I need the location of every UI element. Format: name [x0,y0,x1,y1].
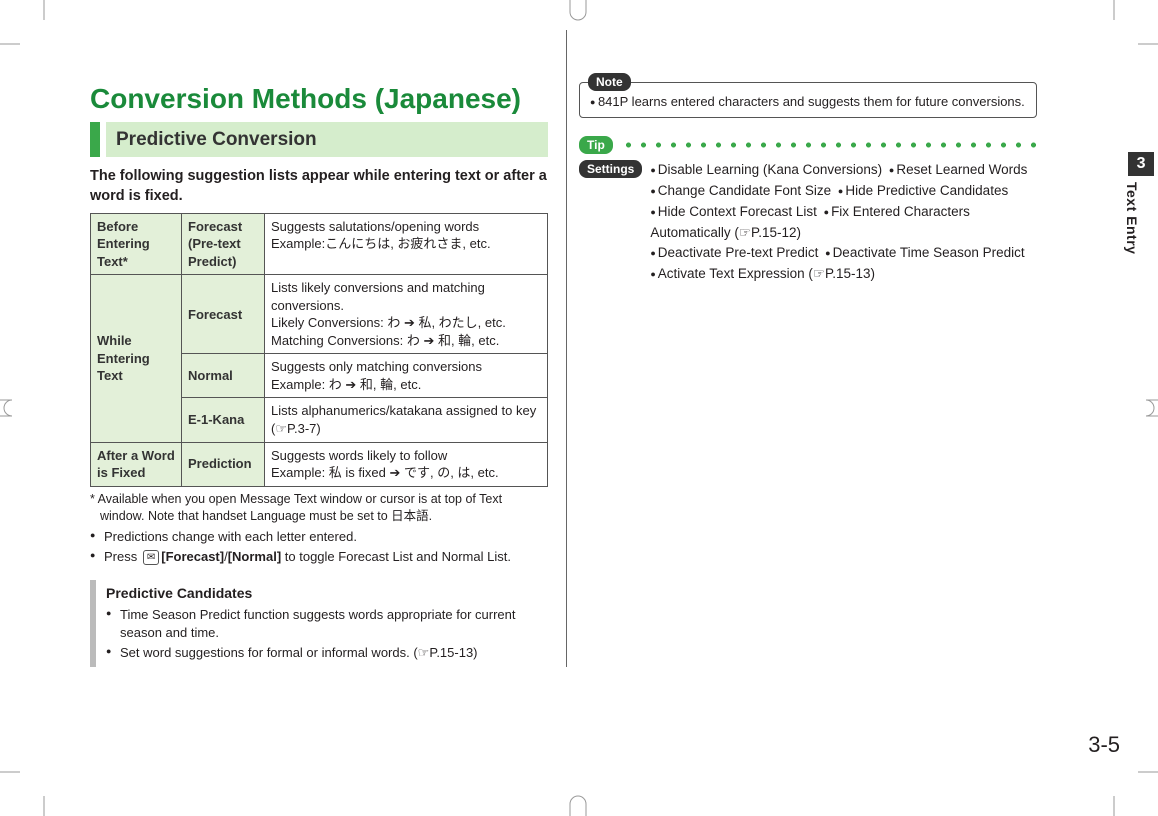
predictive-candidates-box: Predictive Candidates Time Season Predic… [90,580,548,668]
cell-mode: Forecast (Pre-text Predict) [182,213,265,275]
page-content: Conversion Methods (Japanese) Predictive… [90,30,1090,770]
list-item: Time Season Predict function suggests wo… [106,606,548,641]
cell-desc: Suggests words likely to follow Example:… [265,442,548,486]
table-row: While Entering Text Forecast Lists likel… [91,275,548,354]
cell-mode: Prediction [182,442,265,486]
cell-phase: Before Entering Text* [91,213,182,275]
cell-desc: Suggests salutations/opening words Examp… [265,213,548,275]
section-label: Predictive Conversion [106,122,548,158]
settings-label: Settings [579,160,642,178]
settings-item: Deactivate Time Season Predict [825,245,1025,260]
page-number: 3-5 [1088,730,1120,760]
cell-phase: After a Word is Fixed [91,442,182,486]
cell-phase: While Entering Text [91,275,182,442]
settings-item: Deactivate Pre-text Predict [650,245,818,260]
cell-desc: Suggests only matching conversions Examp… [265,354,548,398]
list-item: Set word suggestions for formal or infor… [106,644,548,662]
note-text: 841P learns entered characters and sugge… [588,93,1028,111]
section-stripe [90,122,100,158]
cell-desc: Lists likely conversions and matching co… [265,275,548,354]
tip-dots [621,142,1037,148]
settings-item: Hide Predictive Candidates [838,183,1008,198]
footnote-text: * Available when you open Message Text w… [90,492,502,523]
side-tab: 3 Text Entry [1122,152,1158,254]
section-header: Predictive Conversion [90,122,548,158]
tip-row: Tip [579,136,1037,154]
note-box: Note 841P learns entered characters and … [579,82,1037,118]
chapter-number: 3 [1128,152,1154,176]
intro-text: The following suggestion lists appear wh… [90,167,548,206]
cell-mode: Forecast [182,275,265,354]
table-row: Before Entering Text* Forecast (Pre-text… [91,213,548,275]
subbox-list: Time Season Predict function suggests wo… [106,606,548,661]
footnote: * Available when you open Message Text w… [90,491,548,525]
list-item: Press ✉[Forecast]/[Normal] to toggle For… [90,548,548,566]
cell-mode: E-1-Kana [182,398,265,442]
right-column: Note 841P learns entered characters and … [566,30,1037,667]
settings-item: Change Candidate Font Size [650,183,831,198]
mail-key-icon: ✉ [143,550,159,565]
cell-desc: Lists alphanumerics/katakana assigned to… [265,398,548,442]
settings-item: Activate Text Expression (☞P.15-13) [650,266,875,281]
settings-item: Disable Learning (Kana Conversions) [650,162,882,177]
notes-list: Predictions change with each letter ente… [90,528,548,565]
list-item: Predictions change with each letter ente… [90,528,548,546]
table-row: After a Word is Fixed Prediction Suggest… [91,442,548,486]
subbox-title: Predictive Candidates [106,584,548,603]
chapter-label: Text Entry [1122,182,1141,254]
tip-label: Tip [579,136,613,154]
conversion-table: Before Entering Text* Forecast (Pre-text… [90,213,548,487]
left-column: Conversion Methods (Japanese) Predictive… [90,30,548,667]
settings-body: Disable Learning (Kana Conversions) Rese… [650,160,1037,286]
settings-item: Reset Learned Words [889,162,1028,177]
cell-mode: Normal [182,354,265,398]
note-label: Note [588,73,631,91]
page-title: Conversion Methods (Japanese) [90,80,548,118]
settings-row: Settings Disable Learning (Kana Conversi… [579,160,1037,286]
settings-item: Hide Context Forecast List [650,204,817,219]
